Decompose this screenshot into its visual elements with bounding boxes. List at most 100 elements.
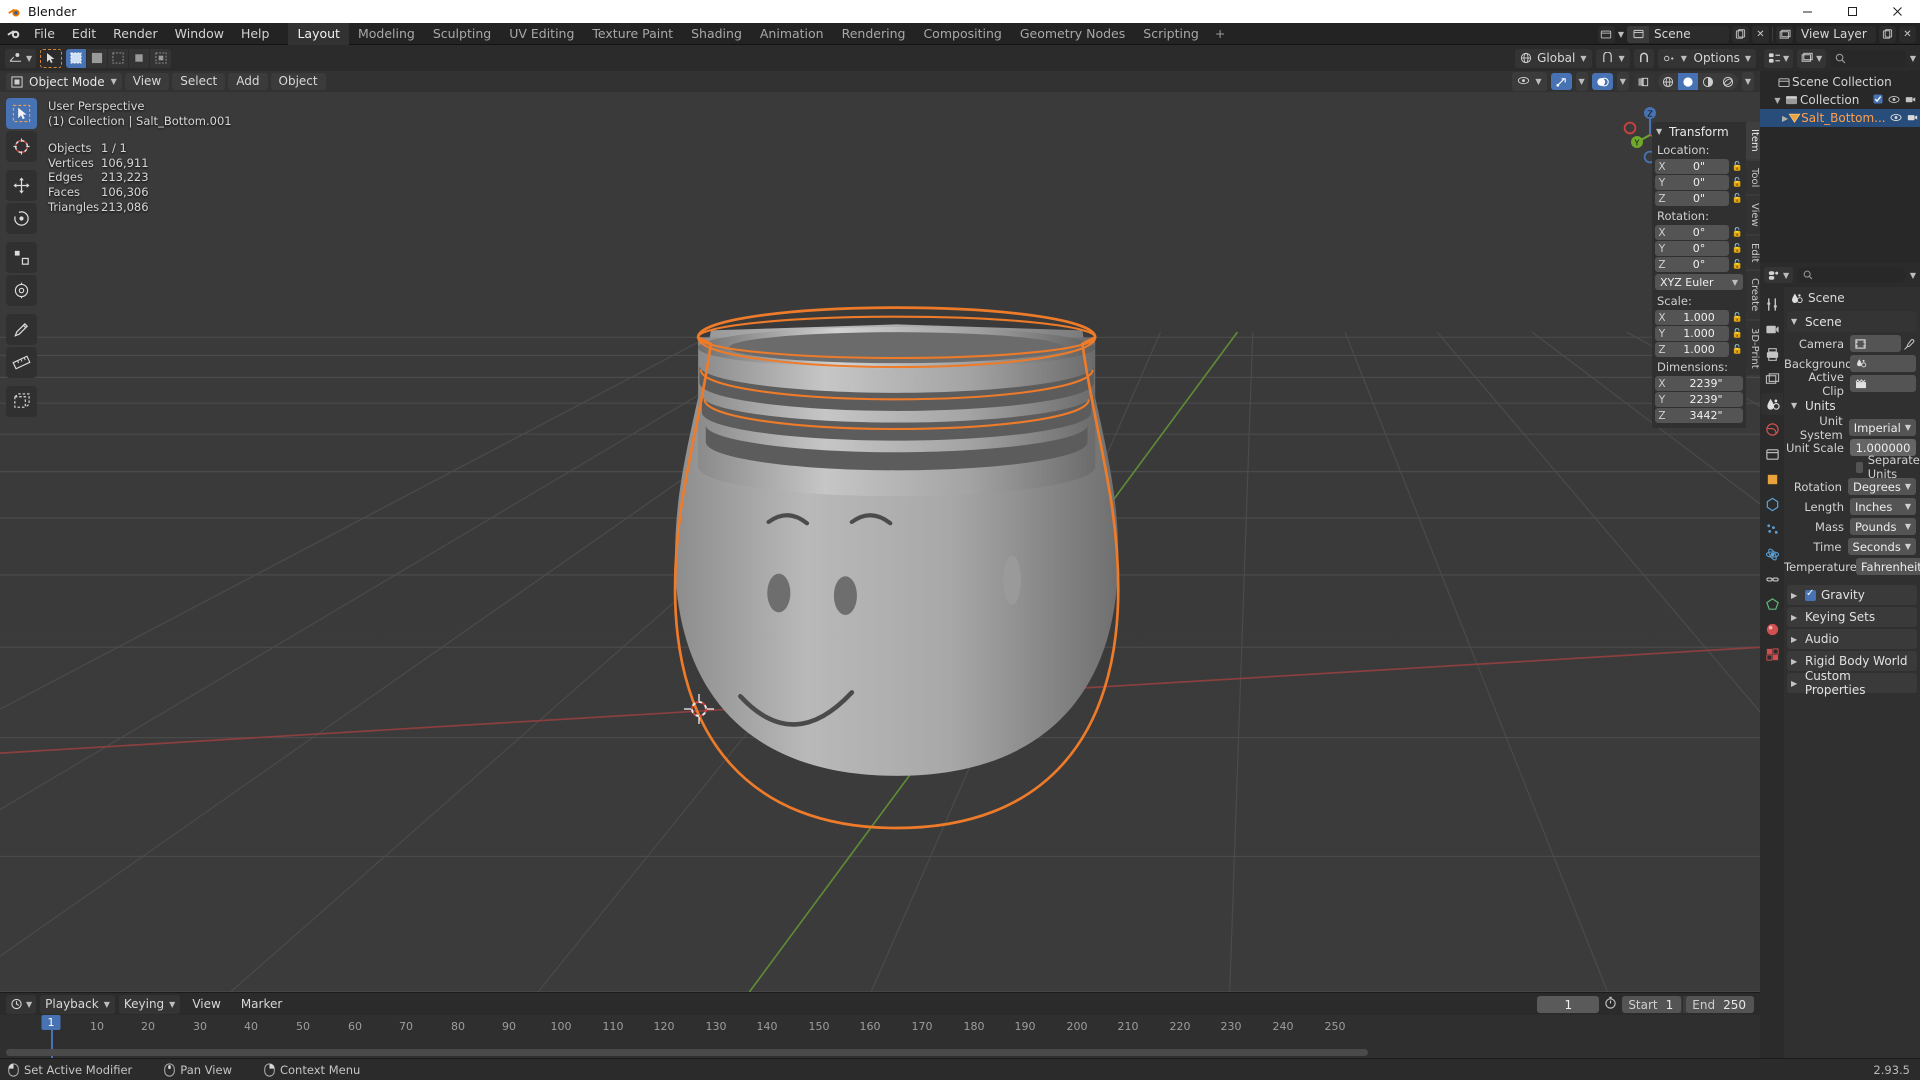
properties-tab-material[interactable] xyxy=(1761,618,1783,640)
shading-rendered-icon[interactable] xyxy=(1718,73,1738,90)
end-frame-field[interactable]: End 250 xyxy=(1686,996,1754,1013)
scene-panel-header[interactable]: ▼ Scene xyxy=(1787,311,1917,332)
rotation-x-field[interactable]: X 0° xyxy=(1655,225,1729,240)
unit-system-select[interactable]: Imperial ▼ xyxy=(1848,419,1916,436)
properties-editor-type-button[interactable]: ▼ xyxy=(1764,267,1794,283)
npanel-tab-3d-print[interactable]: 3D-Print xyxy=(1746,320,1760,376)
show-gizmo-toggle[interactable] xyxy=(1550,73,1572,90)
visibility-dropdown[interactable]: ▼ xyxy=(1512,72,1547,91)
temperature-units-select[interactable]: Fahrenheit ▼ xyxy=(1856,558,1920,575)
rotation-mode-select[interactable]: XYZ Euler ▼ xyxy=(1655,274,1743,290)
snap-dropdown[interactable]: ▼ xyxy=(1595,48,1630,68)
outliner-row-salt-bottom[interactable]: ▶ Salt_Bottom... xyxy=(1760,109,1920,127)
select-invert-icon[interactable] xyxy=(129,48,151,68)
length-units-select[interactable]: Inches ▼ xyxy=(1850,498,1916,515)
separate-units-checkbox[interactable] xyxy=(1856,461,1863,473)
properties-tab-world[interactable] xyxy=(1761,418,1783,440)
outliner-search-input[interactable] xyxy=(1830,49,1906,67)
outliner-filter-icon[interactable]: ▼ xyxy=(1910,54,1916,63)
camera-field[interactable] xyxy=(1850,335,1901,352)
shading-material-icon[interactable] xyxy=(1698,73,1718,90)
audio-subpanel[interactable]: ▶ Audio xyxy=(1787,629,1917,649)
new-view-layer-button[interactable] xyxy=(1879,25,1896,43)
gizmo-options-dropdown[interactable]: ▼ xyxy=(1575,72,1588,91)
workspace-tab-animation[interactable]: Animation xyxy=(751,23,833,45)
outliner-row-collection[interactable]: ▼ Collection xyxy=(1760,91,1920,109)
lock-icon[interactable]: 🔓 xyxy=(1732,178,1743,188)
lock-icon[interactable]: 🔓 xyxy=(1732,260,1743,270)
timeline-body[interactable]: 10 20 30 40 50 60 70 80 90 100 110 120 1… xyxy=(0,1015,1760,1058)
scene-selector[interactable]: Scene xyxy=(1627,25,1729,43)
viewport-menu-object[interactable]: Object xyxy=(270,73,326,90)
custom-properties-subpanel[interactable]: ▶ Custom Properties xyxy=(1787,669,1917,697)
properties-tab-particles[interactable] xyxy=(1761,518,1783,540)
xray-toggle[interactable] xyxy=(1632,73,1654,90)
viewport-menu-add[interactable]: Add xyxy=(228,73,268,90)
workspace-tab-uv-editing[interactable]: UV Editing xyxy=(500,23,583,45)
select-extend-icon[interactable] xyxy=(87,48,109,68)
properties-tab-output[interactable] xyxy=(1761,343,1783,365)
interaction-mode-selector[interactable]: Object Mode ▼ xyxy=(6,73,122,90)
workspace-tab-modeling[interactable]: Modeling xyxy=(349,23,424,45)
npanel-tab-edit[interactable]: Edit xyxy=(1746,235,1760,270)
outliner-display-mode-button[interactable]: ▼ xyxy=(1797,48,1827,68)
gravity-checkbox[interactable] xyxy=(1805,588,1816,601)
add-workspace-button[interactable]: + xyxy=(1208,23,1232,45)
eye-icon[interactable] xyxy=(1888,93,1900,107)
lock-icon[interactable]: 🔓 xyxy=(1732,162,1743,172)
separate-units-row[interactable]: Separate Units xyxy=(1856,453,1920,481)
select-set-icon[interactable] xyxy=(66,48,88,68)
timeline-menu-marker[interactable]: Marker xyxy=(233,996,290,1013)
tool-transform[interactable] xyxy=(6,275,37,306)
snap-magnet-toggle[interactable] xyxy=(1633,48,1654,68)
properties-tab-collection[interactable] xyxy=(1761,443,1783,465)
menu-render[interactable]: Render xyxy=(105,25,166,43)
location-x-field[interactable]: X 0" xyxy=(1655,159,1729,174)
workspace-tab-sculpting[interactable]: Sculpting xyxy=(424,23,500,45)
dimensions-x-field[interactable]: X 2239" xyxy=(1655,376,1743,391)
view-layer-icon[interactable] xyxy=(1776,25,1793,43)
properties-tab-data[interactable] xyxy=(1761,593,1783,615)
properties-tab-texture[interactable] xyxy=(1761,643,1783,665)
properties-search-input[interactable] xyxy=(1797,267,1906,283)
transform-orientation-dropdown[interactable]: Global ▼ xyxy=(1515,48,1592,68)
tool-add-cube[interactable] xyxy=(6,386,37,417)
select-subtract-icon[interactable] xyxy=(108,48,130,68)
background-field[interactable] xyxy=(1850,355,1916,372)
workspace-tab-scripting[interactable]: Scripting xyxy=(1134,23,1208,45)
scale-z-field[interactable]: Z 1.000 xyxy=(1655,342,1729,357)
npanel-tab-item[interactable]: Item xyxy=(1746,122,1760,159)
keying-sets-subpanel[interactable]: ▶ Keying Sets xyxy=(1787,607,1917,627)
current-frame-field[interactable]: 1 xyxy=(1537,996,1600,1013)
disclosure-triangle[interactable]: ▼ xyxy=(1772,96,1783,105)
lock-icon[interactable]: 🔓 xyxy=(1732,329,1743,339)
checkbox-icon[interactable] xyxy=(1873,93,1883,107)
dimensions-y-field[interactable]: Y 2239" xyxy=(1655,392,1743,407)
editor-type-button[interactable]: ▼ xyxy=(5,48,37,68)
eye-icon[interactable] xyxy=(1890,111,1902,125)
timeline-menu-view[interactable]: View xyxy=(184,996,228,1013)
properties-tab-modifiers[interactable] xyxy=(1761,493,1783,515)
menu-file[interactable]: File xyxy=(26,25,63,43)
scene-browse-caret-icon[interactable]: ▼ xyxy=(1618,30,1624,39)
lock-icon[interactable]: 🔓 xyxy=(1732,313,1743,323)
properties-tab-render[interactable] xyxy=(1761,318,1783,340)
timeline-horizontal-scrollbar[interactable] xyxy=(6,1049,1368,1056)
viewport-menu-select[interactable]: Select xyxy=(172,73,226,90)
workspace-tab-texture-paint[interactable]: Texture Paint xyxy=(583,23,682,45)
scale-y-field[interactable]: Y 1.000 xyxy=(1655,326,1729,341)
remove-view-layer-button[interactable]: ✕ xyxy=(1899,25,1916,43)
properties-filter-icon[interactable]: ▼ xyxy=(1910,271,1916,280)
workspace-tab-layout[interactable]: Layout xyxy=(288,22,349,45)
outliner-editor-type-button[interactable]: ▼ xyxy=(1764,48,1794,68)
3d-viewport[interactable]: User Perspective (1) Collection | Salt_B… xyxy=(0,92,1760,992)
lock-icon[interactable]: 🔓 xyxy=(1732,228,1743,238)
time-units-select[interactable]: Seconds ▼ xyxy=(1847,538,1916,555)
eyedropper-icon[interactable] xyxy=(1901,338,1916,350)
options-dropdown[interactable]: Options ▼ xyxy=(1688,48,1756,68)
shading-solid-icon[interactable] xyxy=(1677,73,1698,90)
workspace-tab-shading[interactable]: Shading xyxy=(682,23,751,45)
lock-icon[interactable]: 🔓 xyxy=(1732,194,1743,204)
npanel-tab-view[interactable]: View xyxy=(1746,196,1760,234)
tool-annotate[interactable] xyxy=(6,314,37,345)
